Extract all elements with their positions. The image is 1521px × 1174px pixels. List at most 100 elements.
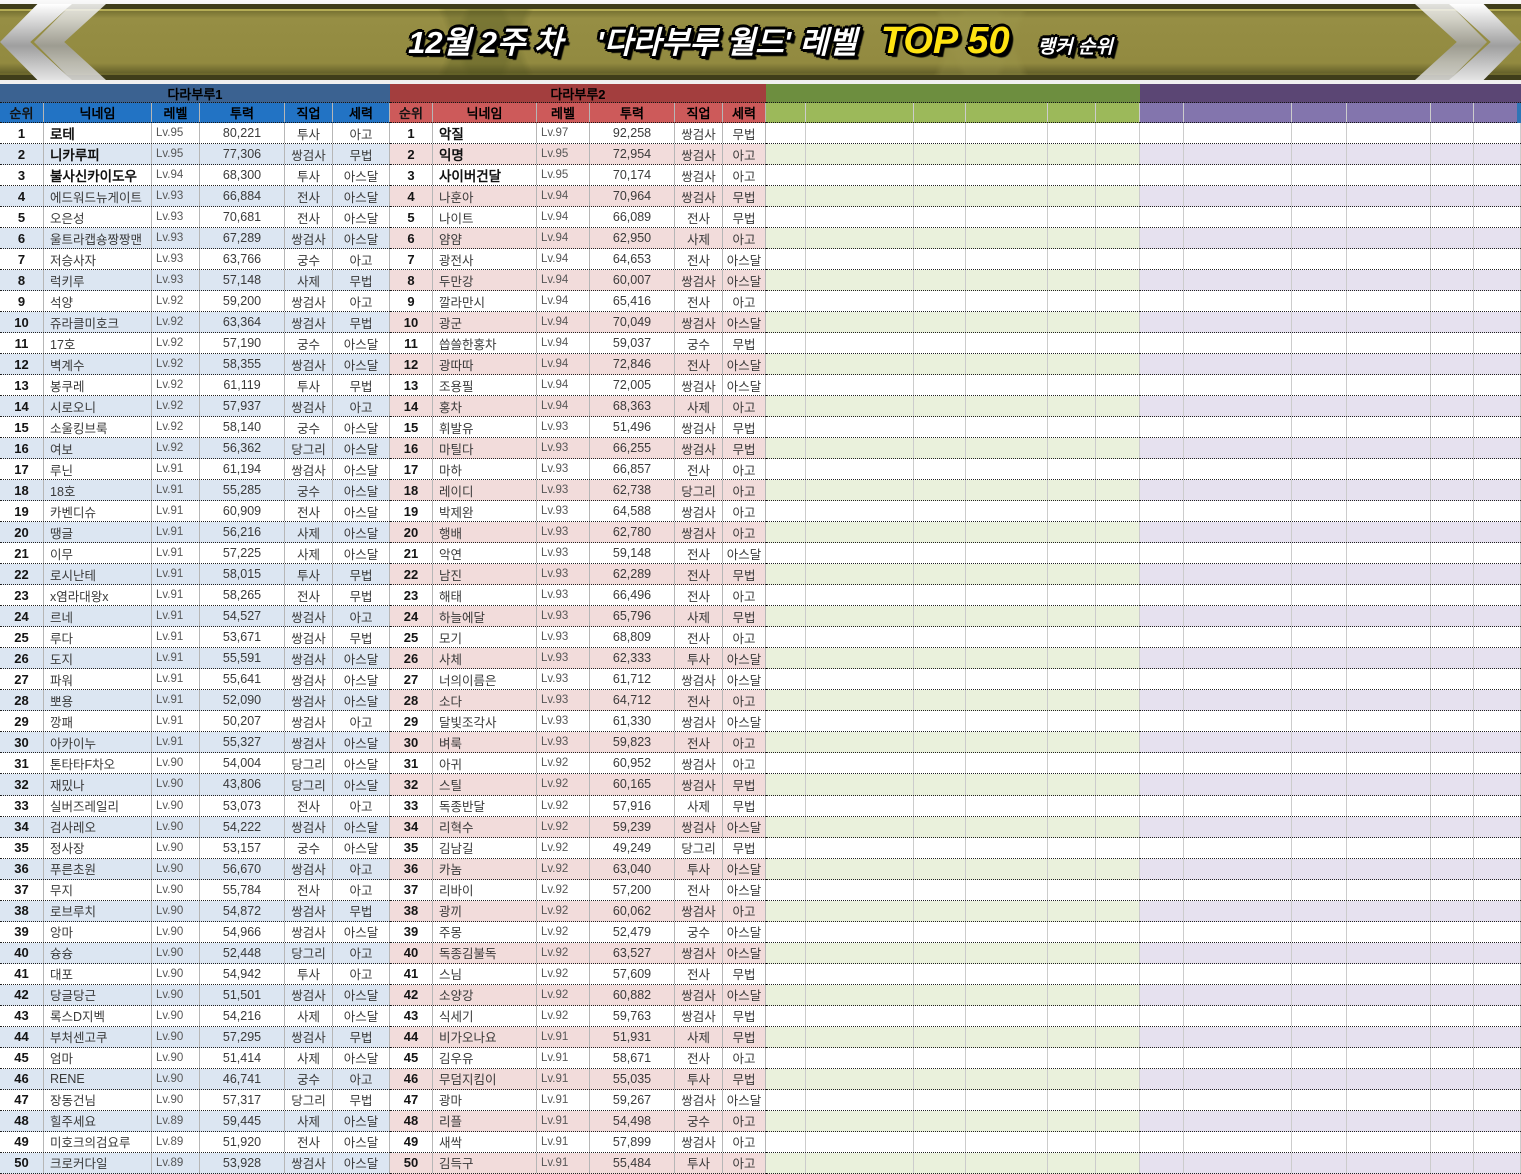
power-cell: 56,670 bbox=[200, 858, 285, 879]
level-cell: Lv.94 bbox=[537, 354, 590, 375]
rank-row: 11 씁쓸한홍차 Lv.94 59,037 궁수 무법 bbox=[390, 333, 766, 355]
job-cell: 쌍검사 bbox=[675, 669, 723, 690]
rank-row: 13 봉쿠레 Lv.92 61,119 투사 무법 bbox=[0, 375, 390, 397]
empty-cell bbox=[1474, 543, 1521, 564]
rank-cell: 26 bbox=[0, 648, 44, 669]
empty-cell bbox=[1292, 585, 1347, 606]
rank-row: 8 두만강 Lv.94 60,007 쌍검사 아스달 bbox=[390, 270, 766, 292]
faction-cell: 무법 bbox=[723, 837, 766, 858]
job-cell: 당그리 bbox=[285, 438, 333, 459]
empty-cell bbox=[1474, 921, 1521, 942]
empty-cell bbox=[914, 900, 966, 921]
job-cell: 전사 bbox=[675, 963, 723, 984]
header-cell bbox=[1048, 103, 1096, 122]
rank-cell: 31 bbox=[390, 753, 433, 774]
level-cell: Lv.89 bbox=[152, 1131, 200, 1152]
rank-cell: 43 bbox=[0, 1005, 44, 1026]
empty-cell bbox=[766, 879, 806, 900]
empty-cell bbox=[766, 690, 806, 711]
empty-cell bbox=[1474, 669, 1521, 690]
empty-cell bbox=[1140, 438, 1184, 459]
level-cell: Lv.91 bbox=[152, 732, 200, 753]
empty-cell bbox=[1431, 438, 1474, 459]
empty-cell bbox=[1474, 1152, 1521, 1173]
empty-cell bbox=[966, 312, 1048, 333]
level-cell: Lv.91 bbox=[537, 1089, 590, 1110]
faction-cell: 무법 bbox=[333, 1026, 390, 1047]
level-cell: Lv.90 bbox=[152, 1005, 200, 1026]
job-cell: 쌍검사 bbox=[675, 900, 723, 921]
empty-cell bbox=[1431, 1110, 1474, 1131]
empty-cell bbox=[1292, 942, 1347, 963]
header-cell bbox=[966, 103, 1048, 122]
empty-cell bbox=[966, 900, 1048, 921]
empty-cell bbox=[1431, 1026, 1474, 1047]
empty-cell bbox=[1431, 333, 1474, 354]
empty-cell bbox=[1347, 606, 1431, 627]
job-cell: 전사 bbox=[675, 1047, 723, 1068]
power-cell: 72,954 bbox=[590, 144, 675, 165]
empty-cell bbox=[1048, 900, 1096, 921]
job-cell: 쌍검사 bbox=[285, 228, 333, 249]
empty-cell bbox=[1184, 1047, 1292, 1068]
rank-row: 39 주몽 Lv.92 52,479 궁수 아스달 bbox=[390, 921, 766, 943]
empty-cell bbox=[766, 333, 806, 354]
empty-cell bbox=[1096, 690, 1140, 711]
empty-cell bbox=[1292, 354, 1347, 375]
empty-row bbox=[766, 312, 1140, 334]
empty-cell bbox=[1431, 900, 1474, 921]
empty-cell bbox=[1431, 1047, 1474, 1068]
empty-cell bbox=[766, 1131, 806, 1152]
nickname-cell: 앙마 bbox=[44, 921, 152, 942]
level-cell: Lv.95 bbox=[537, 165, 590, 186]
empty-cell bbox=[1431, 816, 1474, 837]
empty-cell bbox=[1474, 144, 1521, 165]
power-cell: 60,882 bbox=[590, 984, 675, 1005]
empty-cell bbox=[806, 480, 914, 501]
nickname-cell: 소울킹브룩 bbox=[44, 417, 152, 438]
rank-cell: 14 bbox=[390, 396, 433, 417]
empty-cell bbox=[1096, 774, 1140, 795]
empty-cell bbox=[966, 1068, 1048, 1089]
empty-cell bbox=[966, 249, 1048, 270]
rank-row: 18 18호 Lv.91 55,285 궁수 아스달 bbox=[0, 480, 390, 502]
rank-row: 26 도지 Lv.91 55,591 쌍검사 아스달 bbox=[0, 648, 390, 670]
empty-row bbox=[1140, 1005, 1521, 1027]
job-cell: 전사 bbox=[675, 291, 723, 312]
empty-cell bbox=[1140, 522, 1184, 543]
empty-cell bbox=[1184, 606, 1292, 627]
empty-cell bbox=[1431, 585, 1474, 606]
empty-cell bbox=[1096, 879, 1140, 900]
empty-cell bbox=[766, 459, 806, 480]
empty-row bbox=[1140, 249, 1521, 271]
power-cell: 54,942 bbox=[200, 963, 285, 984]
empty-cell bbox=[966, 711, 1048, 732]
level-cell: Lv.94 bbox=[537, 375, 590, 396]
empty-cell bbox=[1096, 228, 1140, 249]
empty-row bbox=[766, 228, 1140, 250]
empty-cell bbox=[1347, 1110, 1431, 1131]
rank-row: 17 루닌 Lv.91 61,194 쌍검사 아스달 bbox=[0, 459, 390, 481]
nickname-cell: 해태 bbox=[433, 585, 537, 606]
empty-cell bbox=[914, 165, 966, 186]
empty-cell bbox=[1096, 354, 1140, 375]
faction-cell: 아스달 bbox=[333, 438, 390, 459]
job-cell: 쌍검사 bbox=[285, 711, 333, 732]
table-header: 순위 닉네임 레벨 투력 직업 세력 bbox=[0, 103, 390, 123]
rank-cell: 29 bbox=[0, 711, 44, 732]
power-cell: 60,007 bbox=[590, 270, 675, 291]
rank-row: 26 사체 Lv.93 62,333 투사 아스달 bbox=[390, 648, 766, 670]
nickname-cell: 석양 bbox=[44, 291, 152, 312]
rank-row: 23 해태 Lv.93 66,496 전사 아고 bbox=[390, 585, 766, 607]
empty-cell bbox=[1184, 165, 1292, 186]
job-cell: 당그리 bbox=[285, 774, 333, 795]
empty-cell bbox=[806, 312, 914, 333]
empty-cell bbox=[914, 480, 966, 501]
empty-cell bbox=[1292, 375, 1347, 396]
power-cell: 63,766 bbox=[200, 249, 285, 270]
rank-cell: 23 bbox=[0, 585, 44, 606]
empty-cell bbox=[1292, 207, 1347, 228]
empty-cell bbox=[1048, 648, 1096, 669]
empty-cell bbox=[1474, 249, 1521, 270]
nickname-cell: 니카루피 bbox=[44, 144, 152, 165]
